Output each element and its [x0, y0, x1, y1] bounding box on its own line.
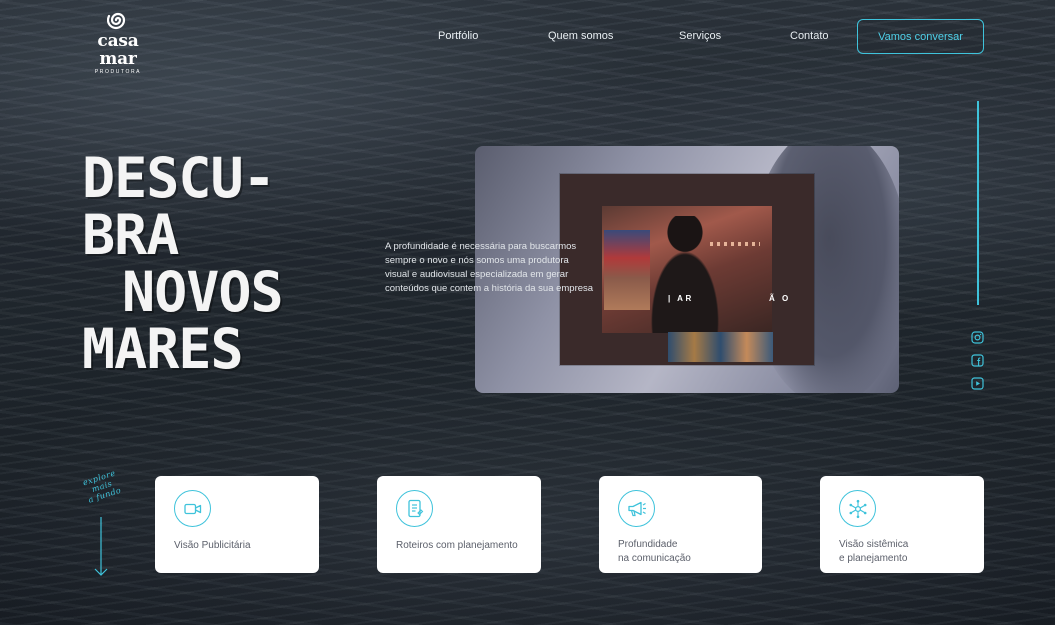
megaphone-icon	[618, 490, 655, 527]
video-caption-left: | AR	[668, 294, 694, 303]
network-icon	[839, 490, 876, 527]
service-card-roteiros[interactable]: Roteiros com planejamento	[377, 476, 541, 573]
person-silhouette	[650, 216, 720, 333]
logo-subtitle: PRODUTORA	[94, 69, 142, 75]
nav-servicos[interactable]: Serviços	[679, 30, 721, 42]
video-strip	[668, 332, 773, 362]
nav-quem-somos[interactable]: Quem somos	[548, 30, 613, 42]
nav-contato[interactable]: Contato	[790, 30, 829, 42]
video-caption-right: Ã O	[769, 294, 791, 303]
service-label: Roteiros com planejamento	[396, 540, 518, 551]
video-frame: | AR Ã O	[560, 174, 814, 365]
hero-title-line: NOVOS	[122, 260, 284, 324]
contact-cta-button[interactable]: Vamos conversar	[857, 19, 984, 54]
painting-image	[604, 230, 650, 310]
facebook-icon[interactable]	[971, 354, 984, 367]
hero-description: A profundidade é necessária para buscarm…	[385, 241, 594, 294]
service-card-visao-sistemica[interactable]: Visão sistêmica e planejamento	[820, 476, 984, 573]
nav-portfolio[interactable]: Portfólio	[438, 30, 478, 42]
youtube-icon[interactable]	[971, 377, 984, 390]
string-lights	[710, 242, 760, 246]
hero-title-line: BRA	[82, 203, 179, 267]
hero-title-line: DESCU-	[82, 146, 276, 210]
explore-more-label[interactable]: explore mais a fundo	[73, 466, 131, 508]
service-card-visao-publicitaria[interactable]: Visão Publicitária	[155, 476, 319, 573]
service-label: e planejamento	[839, 553, 908, 564]
hero-title: DESCU- BRA NOVOS MARES	[82, 146, 284, 381]
service-label: Visão sistêmica	[839, 539, 909, 550]
service-card-profundidade[interactable]: Profundidade na comunicação	[599, 476, 762, 573]
spiral-icon	[107, 12, 126, 30]
video-camera-icon	[174, 490, 211, 527]
service-label: Visão Publicitária	[174, 540, 251, 551]
arrow-down-icon[interactable]	[93, 517, 109, 577]
logo[interactable]: casa mar PRODUTORA	[78, 9, 158, 75]
scroll-rail-line	[977, 101, 979, 305]
service-label: na comunicação	[618, 553, 691, 564]
hero-title-line: MARES	[82, 317, 244, 381]
logo-name: casa mar	[97, 31, 139, 69]
instagram-icon[interactable]	[971, 331, 984, 344]
service-label: Profundidade	[618, 539, 678, 550]
script-document-icon	[396, 490, 433, 527]
video-scene	[602, 206, 772, 333]
